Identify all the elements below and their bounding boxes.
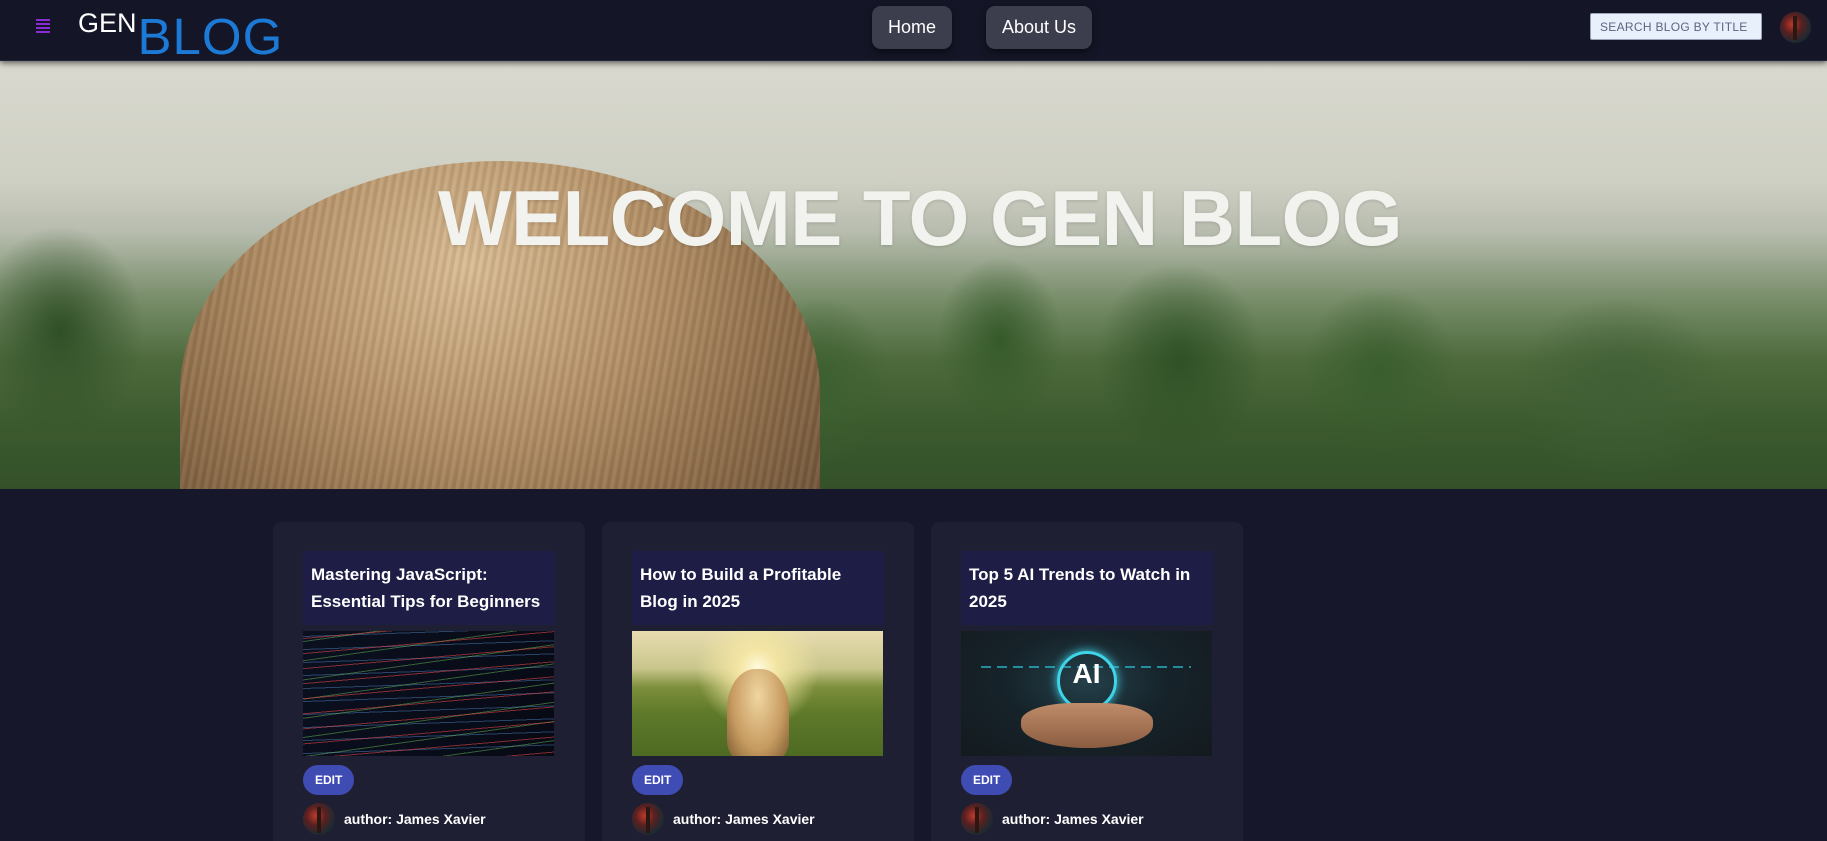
site-logo[interactable]: GEN BLOG [78, 8, 283, 63]
edit-button[interactable]: EDIT [961, 765, 1013, 795]
author-name: author: James Xavier [344, 811, 486, 827]
author-name: author: James Xavier [1002, 811, 1144, 827]
edit-button[interactable]: EDIT [632, 765, 684, 795]
nav-about-us-button[interactable]: About Us [986, 6, 1093, 49]
image-hand [1021, 703, 1153, 748]
edit-button[interactable]: EDIT [303, 765, 355, 795]
blog-card-title[interactable]: How to Build a Profitable Blog in 2025 [632, 551, 884, 625]
author-info: author: James Xavier [961, 803, 1213, 835]
blog-card[interactable]: Top 5 AI Trends to Watch in 2025 AI EDIT… [931, 522, 1243, 841]
blog-card[interactable]: Mastering JavaScript: Essential Tips for… [273, 522, 585, 841]
author-info: author: James Xavier [303, 803, 555, 835]
nav-home-button[interactable]: Home [872, 6, 953, 49]
author-avatar [961, 803, 993, 835]
image-figure [727, 669, 789, 756]
author-avatar [632, 803, 664, 835]
author-avatar [303, 803, 335, 835]
blog-card-title[interactable]: Top 5 AI Trends to Watch in 2025 [961, 551, 1213, 625]
author-name: author: James Xavier [673, 811, 815, 827]
blog-card-image[interactable] [632, 631, 883, 756]
top-navbar: GEN BLOG Home About Us [0, 0, 1827, 63]
logo-blog-text: BLOG [137, 8, 284, 65]
blog-card-image[interactable]: AI [961, 631, 1212, 756]
author-info: author: James Xavier [632, 803, 884, 835]
blog-card-list: Mastering JavaScript: Essential Tips for… [273, 522, 1243, 841]
hero-banner: WELCOME TO GEN BLOG [0, 61, 1827, 489]
blog-card-title[interactable]: Mastering JavaScript: Essential Tips for… [303, 551, 555, 625]
hero-title: WELCOME TO GEN BLOG [437, 174, 1403, 262]
image-ai-text: AI [1072, 658, 1101, 689]
user-avatar[interactable] [1780, 12, 1811, 43]
logo-gen-text: GEN [78, 8, 137, 38]
search-input[interactable] [1590, 13, 1762, 40]
main-nav: Home About Us [872, 6, 1093, 49]
hamburger-menu-icon[interactable] [36, 19, 52, 35]
blog-card-image[interactable] [303, 631, 554, 756]
blog-card[interactable]: How to Build a Profitable Blog in 2025 E… [602, 522, 914, 841]
